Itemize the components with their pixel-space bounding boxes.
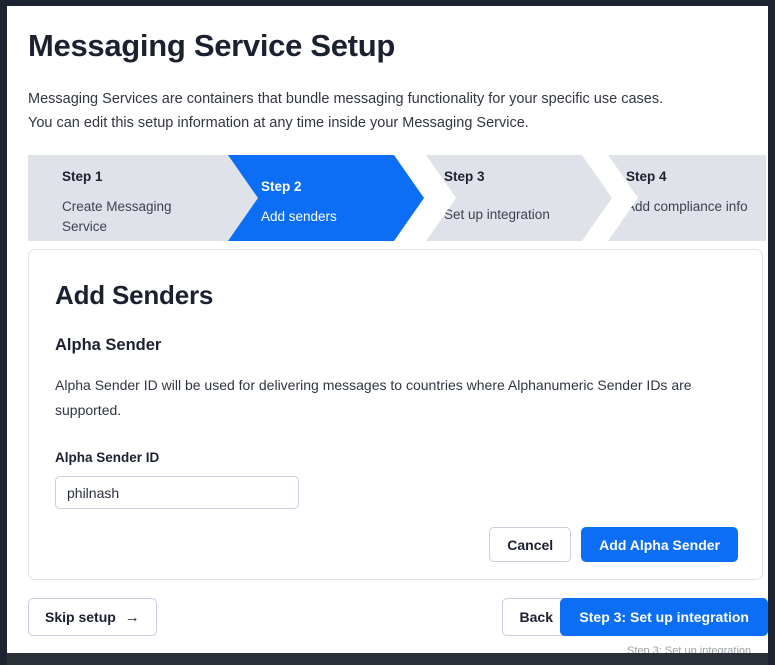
stepper-step-1[interactable]: Step 1 Create Messaging Service [28,155,264,241]
stepper-step-3-description: Set up integration [444,207,550,222]
arrow-right-icon: → [124,608,140,626]
card-action-buttons: Cancel Add Alpha Sender [489,527,738,562]
stepper-step-3-number: Step 3 [444,169,485,184]
stepper-step-3[interactable]: Step 3 Set up integration [426,155,612,241]
add-senders-card: Add Senders Alpha Sender Alpha Sender ID… [28,249,763,580]
intro-text-line-1: Messaging Services are containers that b… [28,91,664,107]
cancel-button[interactable]: Cancel [489,527,572,562]
alpha-sender-description: Alpha Sender ID will be used for deliver… [55,377,692,418]
page-container: Messaging Service Setup Messaging Servic… [14,12,768,659]
skip-setup-label: Skip setup [45,609,116,625]
alpha-sender-section-title: Alpha Sender [55,336,162,354]
stepper-step-1-number: Step 1 [62,169,103,184]
window-bottom-bar [7,653,768,665]
skip-setup-button[interactable]: Skip setup → [28,598,157,636]
card-title: Add Senders [55,280,214,310]
next-step-button[interactable]: Step 3: Set up integration [560,598,768,636]
page-title: Messaging Service Setup [28,28,395,63]
stepper-step-1-description: Create Messaging Service [62,199,172,234]
stepper-step-4[interactable]: Step 4 Add compliance info [608,155,766,241]
add-alpha-sender-button[interactable]: Add Alpha Sender [581,527,738,562]
stepper-step-2-description: Add senders [261,209,337,224]
stepper-step-2-number: Step 2 [261,179,302,194]
alpha-sender-id-input[interactable] [55,476,299,509]
alpha-sender-id-label: Alpha Sender ID [55,450,160,465]
stepper-step-4-description: Add compliance info [626,199,748,214]
setup-stepper: Step 1 Create Messaging Service Step 2 A… [28,155,766,241]
intro-text-line-2: You can edit this setup information at a… [28,115,529,131]
footer-action-bar: Skip setup → Back Step 3: Set up integra… [14,598,768,640]
stepper-step-4-number: Step 4 [626,169,667,184]
browser-window-frame: Messaging Service Setup Messaging Servic… [0,0,775,665]
